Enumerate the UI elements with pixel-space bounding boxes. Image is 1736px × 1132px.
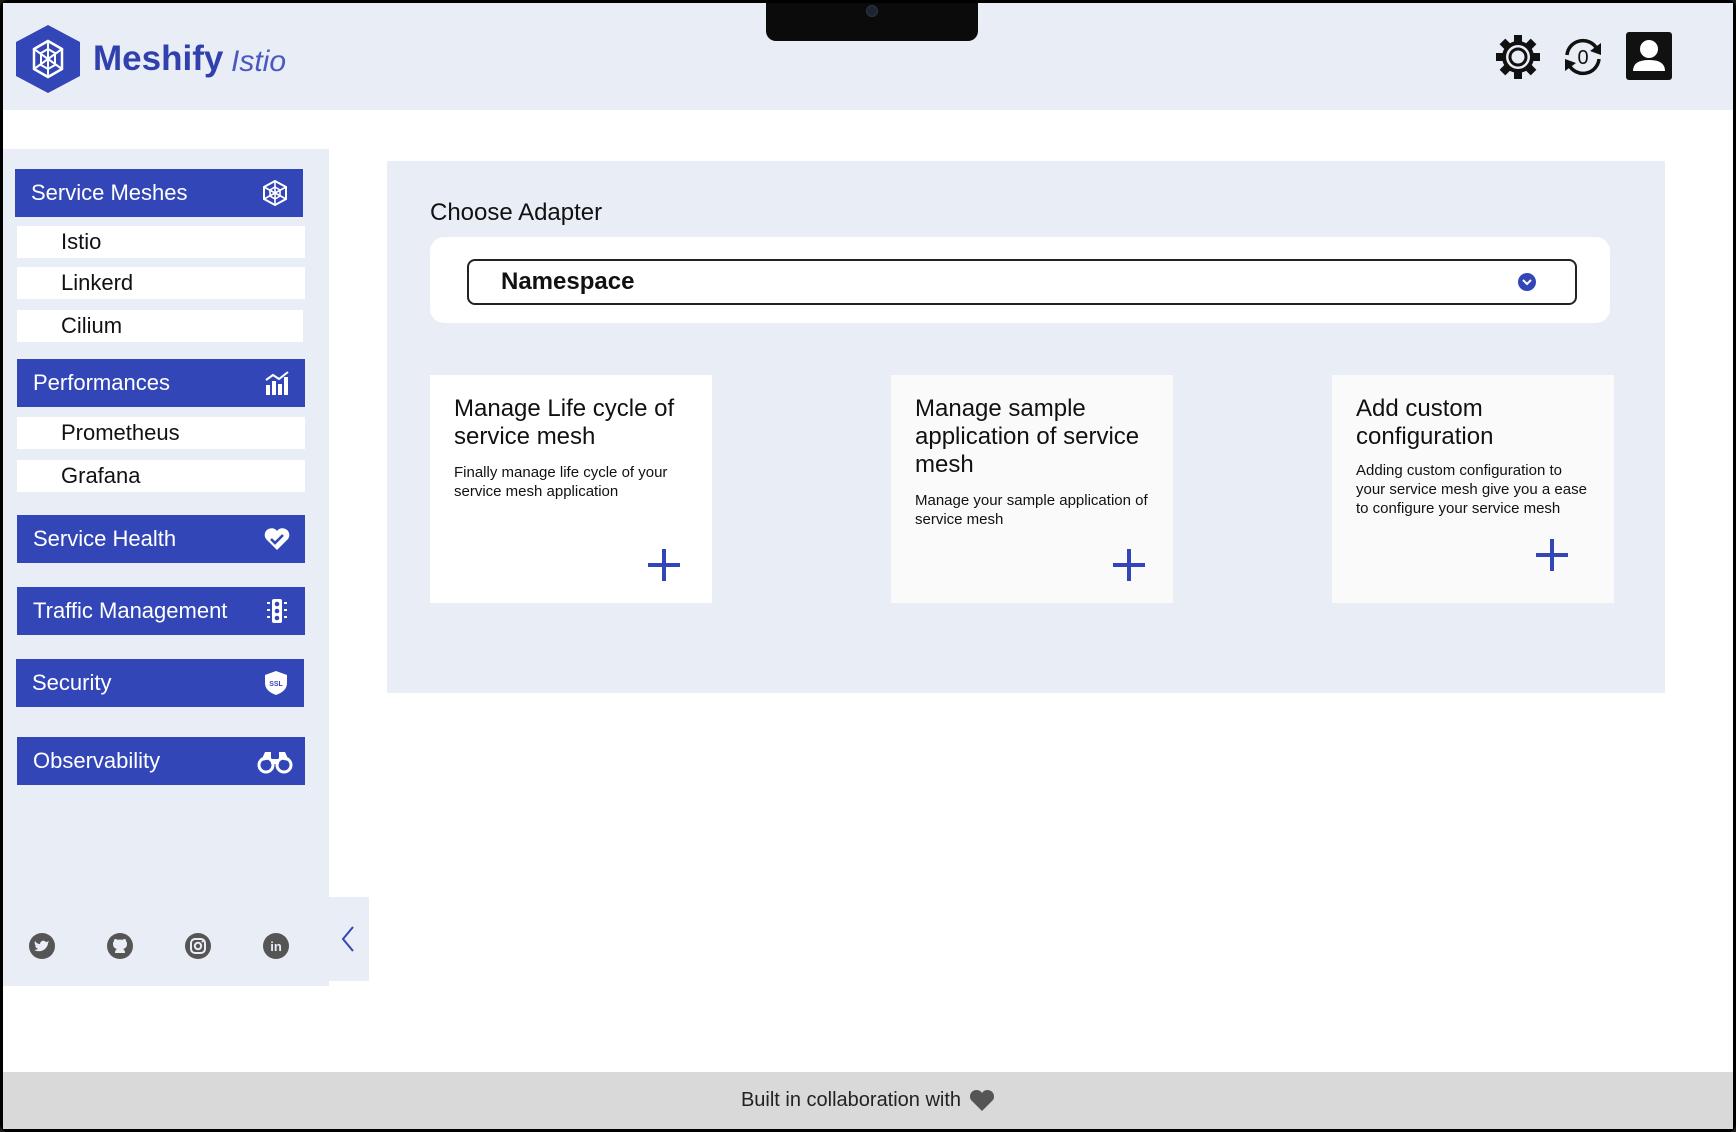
sidebar-item-observability[interactable]: Observability: [17, 737, 305, 785]
sidebar-subitem-cilium[interactable]: Cilium: [17, 310, 303, 342]
namespace-select[interactable]: Namespace: [467, 259, 1577, 305]
card-custom-config[interactable]: Add custom configuration Adding custom c…: [1332, 375, 1614, 603]
sidebar-item-label: Security: [32, 670, 112, 695]
card-description: Finally manage life cycle of your servic…: [454, 464, 668, 500]
page-title: Choose Adapter: [430, 199, 603, 226]
sidebar-item-service-health[interactable]: Service Health: [17, 515, 305, 563]
plus-icon[interactable]: [1534, 537, 1570, 573]
sidebar-subitem-linkerd[interactable]: Linkerd: [17, 267, 305, 299]
settings-gear-icon[interactable]: [1494, 33, 1542, 81]
card-sample-app[interactable]: Manage sample application of service mes…: [891, 375, 1173, 603]
sidebar-collapse-button[interactable]: [329, 897, 369, 981]
sidebar-item-performances[interactable]: Performances: [17, 359, 305, 407]
heart-check-icon: [264, 528, 290, 550]
instagram-icon[interactable]: [183, 931, 213, 961]
adapter-panel: Choose Adapter Namespace Manage Life cyc…: [387, 161, 1665, 693]
twitter-icon[interactable]: [27, 931, 57, 961]
camera-icon: [866, 5, 878, 17]
card-title: Manage Life cycle of service mesh: [454, 395, 675, 450]
card-description: Adding custom configuration to your serv…: [1356, 462, 1587, 517]
sidebar: Service Meshes Istio Linkerd Cilium Perf…: [3, 149, 329, 986]
card-lifecycle[interactable]: Manage Life cycle of service mesh Finall…: [430, 375, 712, 603]
plus-icon[interactable]: [1111, 547, 1147, 583]
chevron-left-icon: [341, 926, 354, 952]
device-frame: Meshify Istio 0 Service Meshes Istio Lin…: [0, 0, 1736, 1132]
sidebar-item-label: Performances: [33, 370, 170, 395]
sidebar-item-label: Service Meshes: [31, 180, 188, 205]
sidebar-item-label: Observability: [33, 748, 161, 773]
user-account-icon[interactable]: [1625, 31, 1673, 81]
brand-subtitle: Istio: [231, 45, 287, 78]
sidebar-subitem-istio[interactable]: Istio: [17, 226, 305, 258]
plus-icon[interactable]: [646, 547, 682, 583]
app-screen: Meshify Istio 0 Service Meshes Istio Lin…: [3, 3, 1733, 1129]
footer-text: Built in collaboration with: [740, 1089, 962, 1111]
card-title: Manage sample application of service mes…: [915, 395, 1140, 478]
ssl-shield-icon: SSL: [265, 671, 287, 695]
traffic-light-icon: [267, 599, 287, 623]
sidebar-item-traffic-management[interactable]: Traffic Management: [17, 587, 305, 635]
footer: Built in collaboration with: [3, 1072, 1733, 1129]
sidebar-subitem-prometheus[interactable]: Prometheus: [17, 417, 305, 449]
heart-icon: [970, 1089, 995, 1111]
linkedin-icon[interactable]: in: [261, 931, 291, 961]
notification-count: 0: [1577, 47, 1588, 69]
svg-text:SSL: SSL: [269, 681, 283, 688]
github-icon[interactable]: [105, 931, 135, 961]
meshify-logo-icon[interactable]: [14, 23, 82, 95]
binoculars-icon: [257, 752, 293, 774]
brand-title: Meshify: [93, 39, 224, 78]
card-title: Add custom configuration: [1356, 395, 1494, 450]
svg-text:in: in: [270, 939, 282, 954]
sidebar-item-security[interactable]: Security SSL: [16, 659, 304, 707]
camera-notch: [766, 3, 978, 41]
chevron-down-icon: [1518, 273, 1536, 291]
card-description: Manage your sample application of servic…: [915, 492, 1148, 528]
sidebar-item-label: Traffic Management: [33, 598, 228, 623]
mesh-web-icon: [263, 179, 287, 207]
bar-chart-icon: [265, 371, 289, 395]
adapter-select-container: Namespace: [430, 237, 1610, 323]
sync-icon[interactable]: 0: [1559, 33, 1607, 81]
sidebar-subitem-grafana[interactable]: Grafana: [17, 460, 305, 492]
sidebar-item-label: Service Health: [33, 526, 177, 551]
select-value: Namespace: [501, 268, 635, 295]
sidebar-item-service-meshes[interactable]: Service Meshes: [15, 169, 303, 217]
